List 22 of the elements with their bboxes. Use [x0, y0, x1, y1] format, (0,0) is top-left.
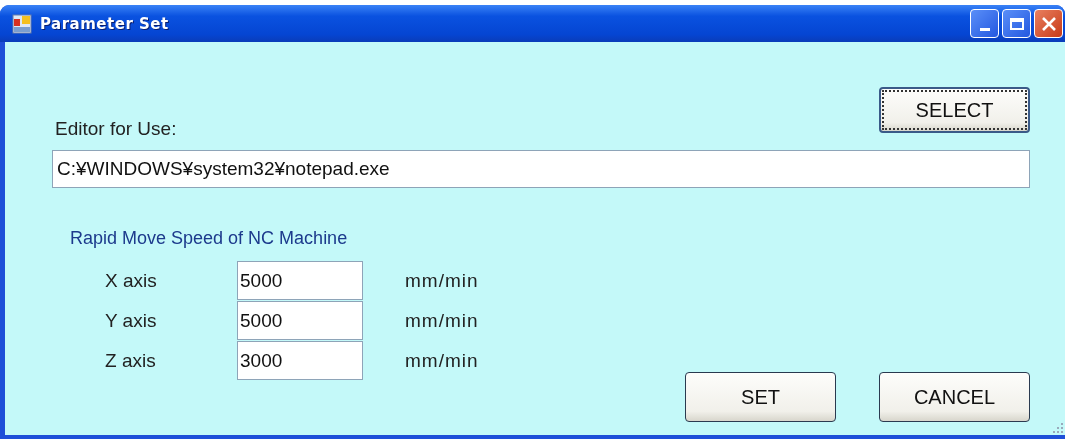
window-title: Parameter Set — [40, 14, 169, 33]
unit-label: mm/min — [405, 349, 479, 372]
close-button[interactable] — [1034, 9, 1063, 38]
speed-field[interactable]: 5000 — [237, 301, 363, 340]
unit-label: mm/min — [405, 309, 479, 332]
close-icon[interactable] — [1039, 14, 1058, 33]
path-field[interactable]: C:¥WINDOWS¥system32¥notepad.exe — [52, 150, 1030, 188]
resize-grip-icon[interactable] — [1053, 423, 1063, 433]
set-button[interactable]: SET — [685, 372, 836, 422]
speed-field[interactable]: 5000 — [237, 261, 363, 300]
select-button[interactable]: SELECT — [879, 87, 1030, 133]
cancel-button[interactable]: CANCEL — [879, 372, 1030, 422]
minimize-button[interactable] — [970, 9, 999, 38]
axis-label: X axis — [105, 269, 158, 292]
group-title: Rapid Move Speed of NC Machine — [70, 228, 349, 249]
maximize-button[interactable] — [1002, 9, 1031, 38]
speed-field[interactable]: 3000 — [237, 341, 363, 380]
field-label: Editor for Use: — [55, 118, 177, 140]
axis-label: Z axis — [105, 349, 157, 372]
unit-label: mm/min — [405, 269, 479, 292]
app-icon — [12, 13, 32, 34]
axis-label: Y axis — [105, 309, 158, 332]
